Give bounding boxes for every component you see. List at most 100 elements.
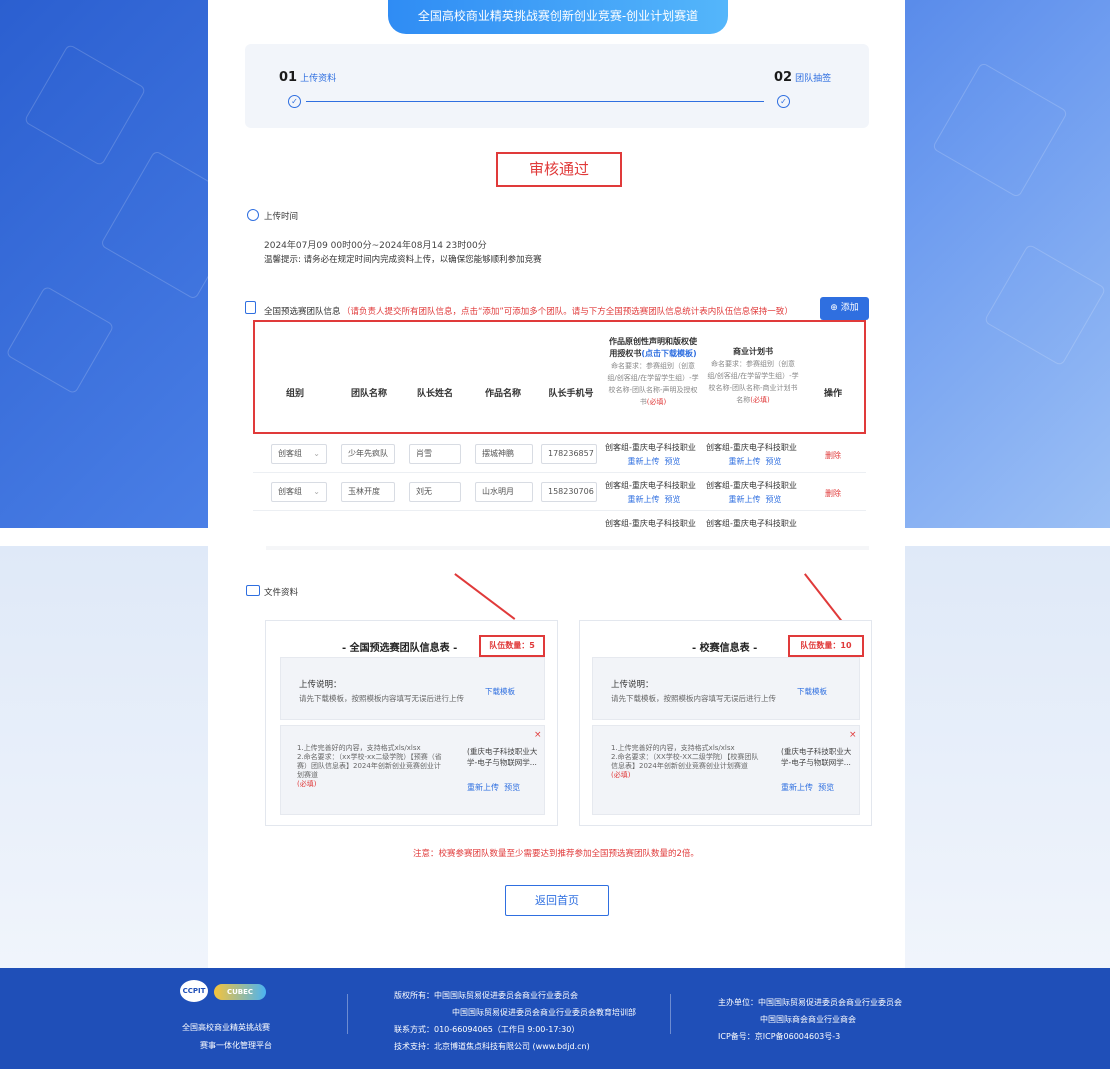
- header-work: 作品名称: [484, 389, 521, 399]
- team-info-hint: （请负责人提交所有团队信息，点击“添加”可添加多个团队。请与下方全国预选赛团队信…: [342, 307, 793, 317]
- plan-required: (必填): [750, 396, 770, 404]
- req-line-2: 2.命名要求：（XX学校-XX二级学院）【校赛团队信息表】2024年创新创业竞赛…: [611, 753, 759, 770]
- work-input[interactable]: 山水明月: [475, 482, 533, 502]
- header-phone: 队长手机号: [548, 389, 594, 399]
- auth-file: 创客组-重庆电子科技职业 重新上传 预览: [605, 442, 703, 467]
- upload-requirements: 1.上传完善好的内容，支持格式xls/xlsx 2.命名要求：（xx学校-xx二…: [297, 744, 445, 789]
- step-2-label: 团队抽签: [795, 74, 832, 84]
- auth-download-link[interactable]: (点击下载模板): [641, 349, 696, 358]
- preview-link[interactable]: 预览: [665, 457, 681, 466]
- team-name-input[interactable]: 玉林开度: [341, 482, 395, 502]
- chevron-down-icon: ⌄: [313, 487, 320, 496]
- team-info-title: 全国预选赛团队信息: [264, 307, 341, 317]
- upload-requirements: 1.上传完善好的内容，支持格式xls/xlsx 2.命名要求：（XX学校-XX二…: [611, 744, 761, 780]
- host-line-1: 主办单位：中国国际贸易促进委员会商业行业委员会: [718, 998, 902, 1007]
- step-1: 01 上传资料: [279, 70, 336, 85]
- upload-time-title: 上传时间: [264, 212, 299, 222]
- progress-steps: [245, 44, 869, 128]
- note-text: 注意：校赛参赛团队数量至少需要达到推荐参加全国预选赛团队数量的2倍。: [413, 849, 699, 859]
- team-name-input[interactable]: 少年先疯队: [341, 444, 395, 464]
- uploaded-file-box: 1.上传完善好的内容，支持格式xls/xlsx 2.命名要求：（xx学校-xx二…: [280, 725, 545, 815]
- group-value: 创客组: [278, 487, 302, 496]
- file-actions: 重新上传 预览: [781, 782, 834, 793]
- header-ops: 操作: [823, 389, 842, 399]
- step-2: 02 团队抽签: [774, 70, 831, 85]
- platform-line-1: 全国高校商业精英挑战赛: [182, 1023, 270, 1032]
- host-line-2: 中国国际商会商业行业商会: [760, 1015, 856, 1024]
- footer: [0, 968, 1110, 1069]
- preview-link[interactable]: 预览: [818, 783, 834, 792]
- icp-line: ICP备号：京ICP备06004603号-3: [718, 1032, 841, 1041]
- plan-file: 创客组-重庆电子科技职业 重新上传 预览: [706, 442, 804, 467]
- copyright-line-1: 版权所有：中国国际贸易促进委员会商业行业委员会: [394, 991, 578, 1000]
- plan-file-name: 创客组-重庆电子科技职业: [706, 481, 797, 490]
- req-line-2: 2.命名要求：（xx学校-xx二级学院）【预赛（省赛）团队信息表】2024年创新…: [297, 753, 442, 779]
- folder-icon: [246, 585, 260, 596]
- step-1-check-icon: ✓: [288, 95, 301, 108]
- upload-description-box: 上传说明： 请先下载模板，按照模板内容填写无误后进行上传 下载模板: [592, 657, 860, 720]
- preview-link[interactable]: 预览: [504, 783, 520, 792]
- add-team-button[interactable]: ⊕ 添加: [820, 297, 869, 320]
- team-count-badge: 队伍数量：5: [479, 635, 545, 657]
- footer-divider: [347, 994, 348, 1034]
- plan-file: 创客组-重庆电子科技职业 重新上传 预览: [706, 480, 804, 505]
- close-icon[interactable]: ×: [534, 730, 542, 740]
- plan-title: 商业计划书: [733, 347, 773, 356]
- step-2-number: 02: [774, 70, 793, 85]
- delete-link[interactable]: 删除: [825, 450, 841, 461]
- req-line-1: 1.上传完善好的内容，支持格式xls/xlsx: [297, 744, 421, 752]
- back-home-button[interactable]: 返回首页: [505, 885, 609, 916]
- auth-file-name: 创客组-重庆电子科技职业: [605, 519, 696, 528]
- platform-line-2: 赛事一体化管理平台: [200, 1041, 272, 1050]
- header-business-plan: 商业计划书 命名要求：参赛组别（创意组/创客组/在学留学生组）-学校名称-团队名…: [707, 346, 799, 406]
- preview-link[interactable]: 预览: [766, 495, 782, 504]
- phone-input[interactable]: 158230706: [541, 482, 597, 502]
- group-select[interactable]: 创客组 ⌄: [271, 482, 327, 502]
- panel-title: - 校赛信息表 -: [692, 643, 758, 654]
- row-divider: [253, 472, 866, 473]
- header-authorization: 作品原创性声明和版权使用授权书(点击下载模板) 命名要求：参赛组别（创意组/创客…: [607, 336, 699, 408]
- card-continuation: [208, 528, 905, 546]
- reupload-link[interactable]: 重新上传: [467, 783, 499, 792]
- reupload-link[interactable]: 重新上传: [781, 783, 813, 792]
- download-template-link[interactable]: 下载模板: [485, 686, 515, 697]
- clock-icon: [247, 209, 259, 221]
- copyright-line-2: 中国国际贸易促进委员会商业行业委员会教育培训部: [452, 1008, 636, 1017]
- reupload-link[interactable]: 重新上传: [627, 457, 659, 466]
- reupload-link[interactable]: 重新上传: [728, 457, 760, 466]
- step-2-check-icon: ✓: [777, 95, 790, 108]
- desc-text: 请先下载模板，按照模板内容填写无误后进行上传: [299, 694, 464, 703]
- progress-line: [306, 101, 764, 102]
- group-select[interactable]: 创客组 ⌄: [271, 444, 327, 464]
- desc-title: 上传说明：: [299, 680, 342, 690]
- footer-divider: [670, 994, 671, 1034]
- required-mark: (必填): [297, 780, 317, 788]
- close-icon[interactable]: ×: [849, 730, 857, 740]
- delete-link[interactable]: 删除: [825, 488, 841, 499]
- step-1-number: 01: [279, 70, 298, 85]
- upload-description-box: 上传说明： 请先下载模板，按照模板内容填写无误后进行上传 下载模板: [280, 657, 545, 720]
- work-input[interactable]: 摆城神鹏: [475, 444, 533, 464]
- preview-link[interactable]: 预览: [665, 495, 681, 504]
- auth-file: 创客组-重庆电子科技职业 重新上传 预览: [605, 480, 703, 505]
- upload-time-range: 2024年07月09 00时00分~2024年08月14 23时00分: [264, 241, 487, 251]
- auth-file-name: 创客组-重庆电子科技职业: [605, 443, 696, 452]
- form-icon: [245, 301, 256, 314]
- contact-line: 联系方式：010-66094065（工作日 9:00-17:30）: [394, 1025, 580, 1034]
- reupload-link[interactable]: 重新上传: [627, 495, 659, 504]
- auth-required: (必填): [646, 398, 667, 406]
- desc-text: 请先下载模板，按照模板内容填写无误后进行上传: [611, 694, 776, 703]
- tech-support-line: 技术支持：北京博道焦点科技有限公司 (www.bdjd.cn): [394, 1042, 590, 1051]
- uploaded-file-name: (重庆电子科技职业大学-电子与物联网学...: [467, 747, 538, 767]
- leader-input[interactable]: 肖雪: [409, 444, 461, 464]
- step-1-label: 上传资料: [300, 74, 337, 84]
- uploaded-file-box: 1.上传完善好的内容，支持格式xls/xlsx 2.命名要求：（XX学校-XX二…: [592, 725, 860, 815]
- row-divider: [253, 510, 866, 511]
- phone-input[interactable]: 178236857: [541, 444, 597, 464]
- download-template-link[interactable]: 下载模板: [797, 686, 827, 697]
- auth-file-name: 创客组-重庆电子科技职业: [605, 481, 696, 490]
- reupload-link[interactable]: 重新上传: [728, 495, 760, 504]
- leader-input[interactable]: 刘无: [409, 482, 461, 502]
- preview-link[interactable]: 预览: [766, 457, 782, 466]
- table-bottom-edge: [266, 546, 869, 550]
